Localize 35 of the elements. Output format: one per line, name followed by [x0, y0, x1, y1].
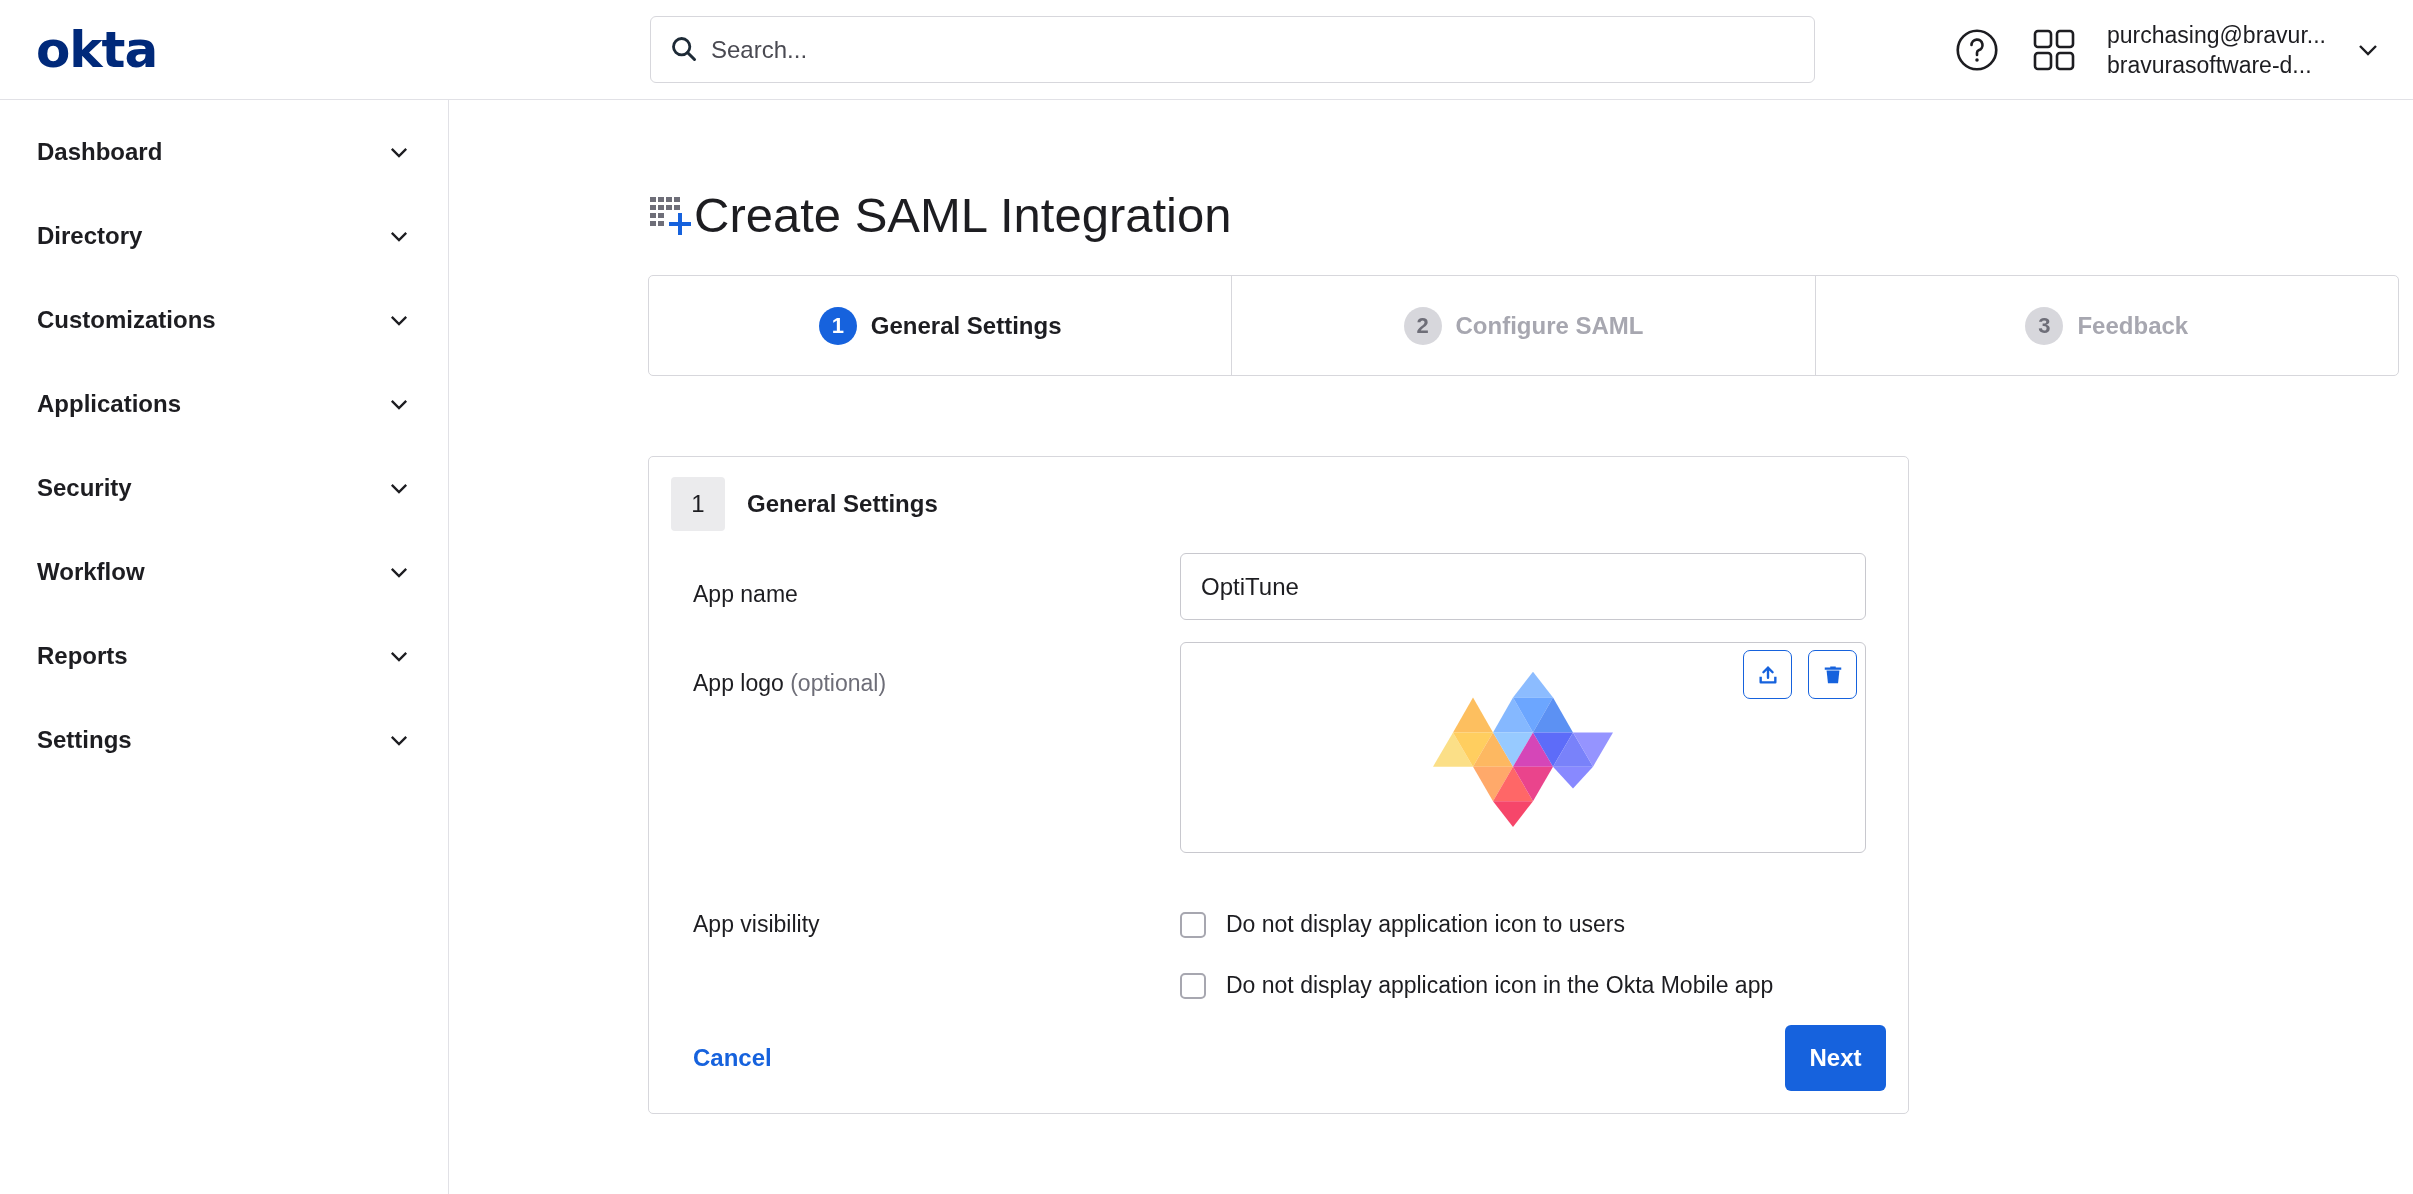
nav-item[interactable]: Directory — [0, 194, 448, 278]
checkbox-label: Do not display application icon in the Okta Mobile app — [1226, 972, 1774, 999]
field-label: App visibility — [692, 910, 821, 939]
step-tab[interactable]: 3 Feedback — [1814, 276, 2398, 375]
field-label: App name — [692, 580, 799, 609]
delete-button[interactable] — [1808, 650, 1857, 699]
upload-icon — [1756, 663, 1779, 686]
cancel-link[interactable]: Cancel — [671, 1044, 772, 1072]
search-field[interactable]: Search... — [650, 16, 1815, 83]
checkbox[interactable] — [1180, 911, 1206, 938]
section-title: General Settings — [747, 490, 938, 518]
field-label: App logo (optional) — [692, 669, 888, 698]
apps-grid-icon[interactable] — [2033, 28, 2075, 71]
nav-item[interactable]: Workflow — [0, 530, 448, 614]
user-email: purchasing@bravur... — [2107, 20, 2326, 50]
step-tab[interactable]: 1 General Settings — [649, 276, 1232, 375]
nav-item[interactable]: Dashboard — [0, 110, 448, 194]
step-tab[interactable]: 2 Configure SAML — [1231, 276, 1815, 375]
nav-item[interactable]: Customizations — [0, 278, 448, 362]
okta-logo[interactable]: okta — [36, 20, 650, 79]
search-icon — [670, 35, 698, 63]
app-name-field[interactable]: OptiTune — [1180, 553, 1866, 620]
checkbox-label: Do not display application icon to users — [1226, 911, 1625, 938]
nav-item[interactable]: Settings — [0, 698, 448, 782]
page-title: Create SAML Integration — [694, 187, 1232, 243]
chevron-down-icon[interactable] — [2357, 43, 2378, 56]
nav-item[interactable]: Security — [0, 446, 448, 530]
org-name: bravurasoftware-d... — [2107, 50, 2313, 80]
checkbox[interactable] — [1180, 972, 1206, 999]
nav-item[interactable]: Reports — [0, 614, 448, 698]
help-icon[interactable] — [1955, 27, 1999, 72]
upload-button[interactable] — [1743, 650, 1792, 699]
next-button[interactable]: Next — [1785, 1025, 1886, 1091]
section-number: 1 — [671, 477, 725, 531]
nav-item[interactable]: Applications — [0, 362, 448, 446]
